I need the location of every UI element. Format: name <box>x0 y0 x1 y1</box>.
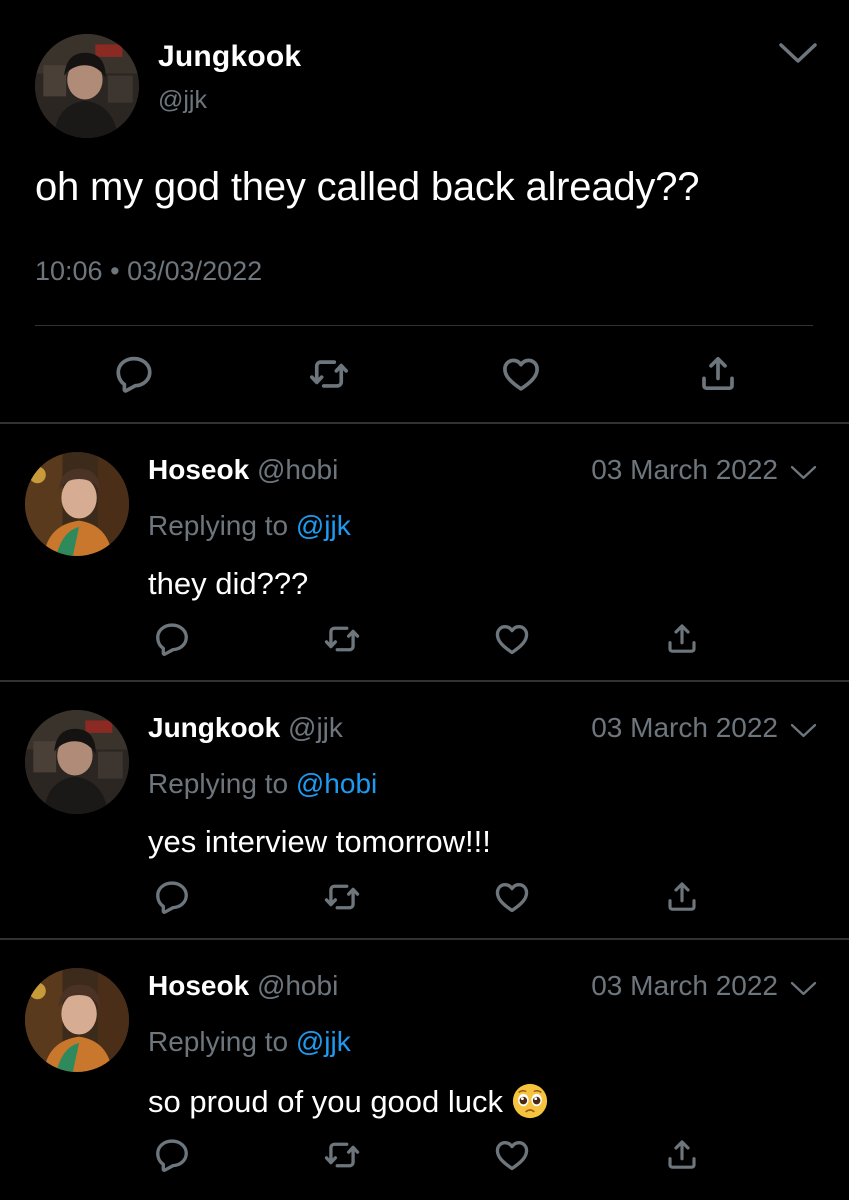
profile-photo <box>25 452 129 556</box>
tweet-date: 03 March 2022 <box>591 712 778 743</box>
tweet-date[interactable]: 03/03/2022 <box>127 256 262 286</box>
author-handle[interactable]: @hobi <box>257 970 338 1001</box>
author-line: Hoseok @hobi <box>148 454 338 486</box>
author-line: Jungkook @jjk <box>148 712 343 744</box>
tweet-date: 03 March 2022 <box>591 454 778 485</box>
replying-to: Replying to @hobi <box>148 768 377 800</box>
reply-icon[interactable] <box>153 878 191 916</box>
replying-to: Replying to @jjk <box>148 1026 351 1058</box>
share-icon[interactable] <box>664 1136 700 1174</box>
retweet-icon[interactable] <box>306 353 352 395</box>
avatar[interactable] <box>25 968 129 1072</box>
reply-tweet[interactable]: Hoseok @hobi 03 March 2022 Replying to @… <box>0 940 849 1196</box>
reply-tweet[interactable]: Jungkook @jjk 03 March 2022 Replying to … <box>0 682 849 938</box>
mention-link[interactable]: @jjk <box>296 1026 351 1057</box>
retweet-icon[interactable] <box>322 1136 362 1174</box>
chevron-down-icon[interactable] <box>778 40 818 66</box>
author-name[interactable]: Jungkook <box>148 712 280 743</box>
retweet-icon[interactable] <box>322 878 362 916</box>
chevron-down-icon[interactable] <box>790 722 817 739</box>
share-icon[interactable] <box>664 620 700 658</box>
mention-link[interactable]: @jjk <box>296 510 351 541</box>
tweet-text: so proud of you good luck <box>148 1082 549 1120</box>
author-handle[interactable]: @hobi <box>257 454 338 485</box>
like-icon[interactable] <box>493 878 531 916</box>
retweet-icon[interactable] <box>322 620 362 658</box>
share-icon[interactable] <box>697 353 739 395</box>
author-name[interactable]: Jungkook <box>158 40 301 74</box>
author-name[interactable]: Hoseok <box>148 970 249 1001</box>
tweet-text: yes interview tomorrow!!! <box>148 824 491 859</box>
tweet-text: they did??? <box>148 566 309 601</box>
pleading-face-emoji <box>511 1082 549 1120</box>
reply-icon[interactable] <box>113 353 155 395</box>
mention-link[interactable]: @hobi <box>296 768 377 799</box>
reply-icon[interactable] <box>153 1136 191 1174</box>
replying-to: Replying to @jjk <box>148 510 351 542</box>
author-handle[interactable]: @jjk <box>288 712 343 743</box>
chevron-down-icon[interactable] <box>790 980 817 997</box>
author-handle[interactable]: @jjk <box>158 86 207 115</box>
main-tweet: Jungkook @jjk oh my god they called back… <box>0 0 849 423</box>
share-icon[interactable] <box>664 878 700 916</box>
tweet-date: 03 March 2022 <box>591 970 778 1001</box>
avatar[interactable] <box>35 34 139 138</box>
chevron-down-icon[interactable] <box>790 464 817 481</box>
tweet-timestamp: 10:06 • 03/03/2022 <box>35 256 262 287</box>
tweet-time: 10:06 <box>35 256 103 286</box>
meta-separator: • <box>110 256 120 286</box>
author-name[interactable]: Hoseok <box>148 454 249 485</box>
reply-tweet[interactable]: Hoseok @hobi 03 March 2022 Replying to @… <box>0 424 849 680</box>
replying-label: Replying to <box>148 768 289 799</box>
replying-label: Replying to <box>148 510 289 541</box>
like-icon[interactable] <box>500 353 542 395</box>
profile-photo <box>25 710 129 814</box>
author-line: Hoseok @hobi <box>148 970 338 1002</box>
tweet-text-body: so proud of you good luck <box>148 1084 504 1119</box>
profile-photo <box>25 968 129 1072</box>
like-icon[interactable] <box>493 620 531 658</box>
tweet-text: oh my god they called back already?? <box>35 165 700 209</box>
reply-icon[interactable] <box>153 620 191 658</box>
like-icon[interactable] <box>493 1136 531 1174</box>
avatar[interactable] <box>25 452 129 556</box>
replying-label: Replying to <box>148 1026 289 1057</box>
profile-photo <box>35 34 139 138</box>
avatar[interactable] <box>25 710 129 814</box>
divider <box>35 325 813 326</box>
